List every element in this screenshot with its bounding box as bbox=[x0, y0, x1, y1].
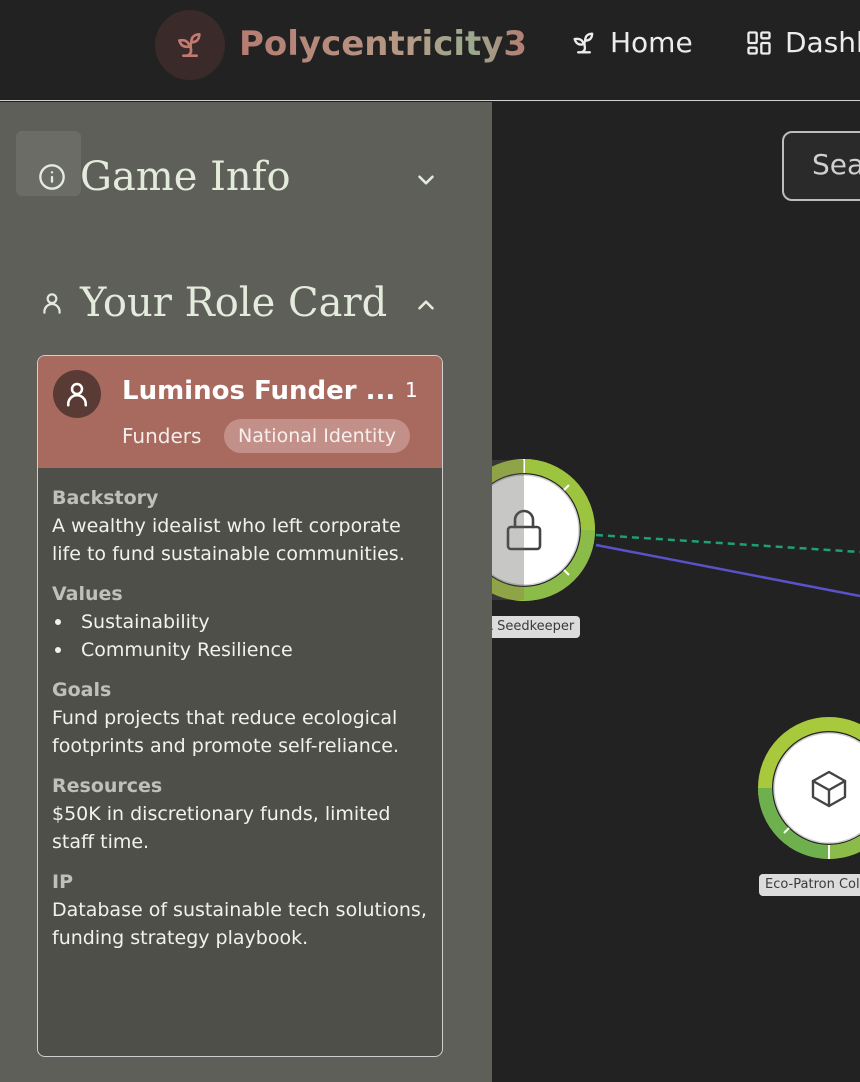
list-item: Community Resilience bbox=[52, 636, 428, 664]
graph-edge-solid bbox=[595, 543, 860, 598]
sprout-icon bbox=[573, 31, 594, 53]
info-icon bbox=[38, 163, 66, 191]
graph-edge-dashed bbox=[595, 533, 860, 554]
values-label: Values bbox=[52, 583, 123, 605]
ip-text: Database of sustainable tech solutions, … bbox=[52, 899, 427, 949]
graph-canvas[interactable]: PMA Seedkeeper Eco-Patron Coll bbox=[492, 102, 860, 1082]
node-label[interactable]: PMA Seedkeeper bbox=[492, 616, 581, 638]
sprout-icon bbox=[178, 33, 201, 57]
nav-dashboard-label: Dashb bbox=[785, 26, 860, 59]
role-card-title: Your Role Card bbox=[80, 280, 388, 326]
goals-label: Goals bbox=[52, 679, 112, 701]
role-card-header[interactable]: Your Role Card bbox=[38, 280, 387, 326]
nav-home-label: Home bbox=[610, 26, 693, 59]
role-card: Luminos Funder ... 1 Funders National Id… bbox=[37, 355, 443, 1057]
resources-section: Resources $50K in discretionary funds, l… bbox=[52, 772, 428, 856]
chevron-up-icon[interactable] bbox=[413, 292, 439, 318]
game-info-header[interactable]: Game Info bbox=[38, 154, 291, 200]
goals-section: Goals Fund projects that reduce ecologic… bbox=[52, 676, 428, 760]
list-item: Sustainability bbox=[52, 608, 428, 636]
ip-label: IP bbox=[52, 871, 73, 893]
graph-node-pma-seedkeeper[interactable] bbox=[492, 459, 595, 601]
ip-section: IP Database of sustainable tech solution… bbox=[52, 868, 428, 952]
nav-dashboard[interactable]: Dashb bbox=[745, 26, 860, 59]
nav-home[interactable]: Home bbox=[570, 26, 693, 59]
identity-badge: National Identity bbox=[224, 419, 411, 453]
values-list: Sustainability Community Resilience bbox=[52, 608, 428, 664]
backstory-text: A wealthy idealist who left corporate li… bbox=[52, 515, 405, 565]
user-icon bbox=[38, 289, 66, 317]
logo[interactable] bbox=[155, 10, 225, 80]
role-number: 1 bbox=[405, 378, 418, 402]
game-info-title: Game Info bbox=[80, 154, 291, 200]
node-label[interactable]: Eco-Patron Coll bbox=[759, 874, 860, 896]
user-icon bbox=[67, 382, 87, 407]
app-header: Polycentricity3 Home Dashb bbox=[0, 0, 860, 101]
chevron-down-icon[interactable] bbox=[413, 167, 439, 193]
sidebar: Game Info Your Role Card Luminos Funder … bbox=[0, 102, 492, 1082]
goals-text: Fund projects that reduce ecological foo… bbox=[52, 707, 400, 757]
brand-title[interactable]: Polycentricity3 bbox=[239, 24, 527, 64]
avatar bbox=[53, 370, 101, 418]
dashboard-icon bbox=[747, 30, 771, 55]
values-section: Values Sustainability Community Resilien… bbox=[52, 580, 428, 664]
resources-text: $50K in discretionary funds, limited sta… bbox=[52, 803, 391, 853]
resources-label: Resources bbox=[52, 775, 163, 797]
role-name: Luminos Funder ... bbox=[122, 376, 396, 406]
role-card-body: Backstory A wealthy idealist who left co… bbox=[38, 468, 442, 952]
role-card-header-band: Luminos Funder ... 1 Funders National Id… bbox=[38, 356, 442, 468]
role-group: Funders bbox=[122, 424, 202, 448]
backstory-label: Backstory bbox=[52, 487, 159, 509]
backstory-section: Backstory A wealthy idealist who left co… bbox=[52, 484, 428, 568]
graph-edges bbox=[492, 459, 860, 859]
graph-node-eco-patron[interactable] bbox=[758, 717, 860, 859]
